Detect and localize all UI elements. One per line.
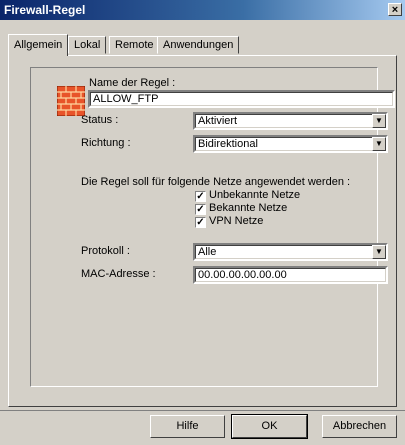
checkmark-icon: ✓ — [196, 191, 205, 202]
protocol-select[interactable]: Alle ▼ — [193, 243, 388, 261]
tab-lokal[interactable]: Lokal — [68, 36, 107, 54]
tab-anwendungen[interactable]: Anwendungen — [157, 36, 240, 54]
chevron-down-icon[interactable]: ▼ — [372, 245, 386, 259]
checkbox-unknown-networks[interactable]: ✓ — [195, 191, 206, 202]
unknown-networks-label: Unbekannte Netze — [209, 189, 301, 201]
known-networks-label: Bekannte Netze — [209, 202, 288, 214]
tab-panel-allgemein: Name der Regel : ALLOW_FTP Status : Akti… — [8, 55, 397, 407]
brick-wall-icon — [57, 86, 85, 116]
checkmark-icon: ✓ — [196, 204, 205, 215]
help-button[interactable]: Hilfe — [150, 415, 225, 438]
tab-allgemein[interactable]: Allgemein — [8, 34, 69, 56]
chevron-down-icon[interactable]: ▼ — [372, 114, 386, 128]
cancel-button[interactable]: Abbrechen — [322, 415, 397, 438]
status-value: Aktiviert — [195, 114, 386, 128]
mac-input[interactable]: 00.00.00.00.00.00 — [193, 266, 388, 284]
ok-button[interactable]: OK — [231, 414, 308, 439]
checkmark-icon: ✓ — [196, 217, 205, 228]
rule-name-input[interactable]: ALLOW_FTP — [88, 90, 395, 108]
direction-value: Bidirektional — [195, 137, 386, 151]
mac-value: 00.00.00.00.00.00 — [195, 268, 386, 282]
protocol-value: Alle — [195, 245, 386, 259]
title-bar[interactable]: Firewall-Regel × — [0, 0, 405, 20]
networks-label: Die Regel soll für folgende Netze angewe… — [81, 176, 351, 188]
rule-name-label: Name der Regel : — [89, 77, 176, 89]
status-label: Status : — [81, 114, 119, 126]
checkbox-known-networks[interactable]: ✓ — [195, 204, 206, 215]
rule-name-value: ALLOW_FTP — [90, 92, 393, 106]
rule-group-box: Name der Regel : ALLOW_FTP Status : Akti… — [30, 67, 395, 387]
window-title: Firewall-Regel — [4, 3, 86, 17]
mac-label: MAC-Adresse : — [81, 268, 156, 280]
close-button[interactable]: × — [388, 3, 402, 16]
separator — [0, 410, 405, 411]
tab-remote[interactable]: Remote — [109, 36, 160, 54]
direction-label: Richtung : — [81, 137, 131, 149]
status-select[interactable]: Aktiviert ▼ — [193, 112, 388, 130]
protocol-label: Protokoll : — [81, 245, 130, 257]
chevron-down-icon[interactable]: ▼ — [372, 137, 386, 151]
vpn-networks-label: VPN Netze — [209, 215, 264, 227]
checkbox-vpn-networks[interactable]: ✓ — [195, 217, 206, 228]
direction-select[interactable]: Bidirektional ▼ — [193, 135, 388, 153]
